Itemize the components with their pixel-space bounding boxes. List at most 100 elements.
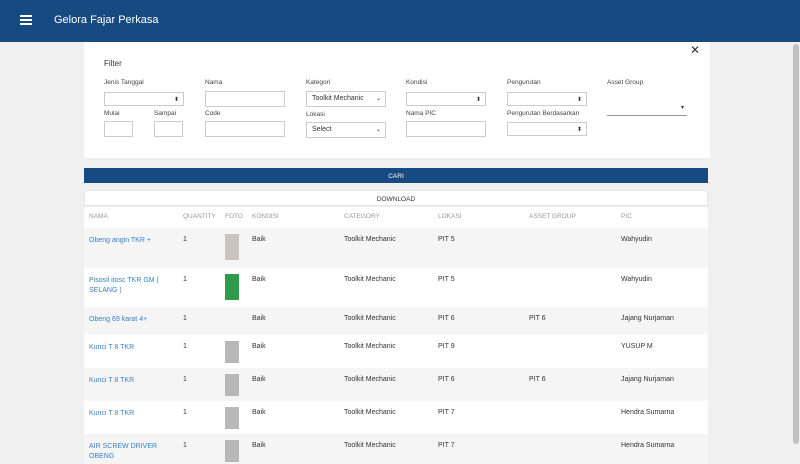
header-quantity[interactable]: QUANTITY xyxy=(183,213,216,220)
kategori-select[interactable]: Toolkit Mechanic ⌄ xyxy=(306,91,386,107)
asset-photo[interactable] xyxy=(225,374,239,396)
chevron-down-icon: ⬍ xyxy=(576,127,582,133)
nama-pic-label: Nama PIC xyxy=(406,110,436,117)
cell-nama[interactable]: Kunci T 8 TKR xyxy=(89,409,169,419)
cell-asset-group: PIT 6 xyxy=(529,315,546,322)
cell-quantity: 1 xyxy=(183,236,187,243)
cell-kondisi: Baik xyxy=(252,315,266,322)
chevron-down-icon: ⬍ xyxy=(173,97,179,103)
cell-category: Toolkit Mechanic xyxy=(344,236,396,243)
asset-photo[interactable] xyxy=(225,274,239,300)
cell-lokasi: PIT 9 xyxy=(438,343,455,350)
cell-nama[interactable]: Obeng 69 karat 4+ xyxy=(89,315,169,325)
cell-kondisi: Baik xyxy=(252,343,266,350)
asset-group-select[interactable]: ▾ xyxy=(607,103,687,116)
mulai-date-input[interactable] xyxy=(104,121,133,137)
download-button[interactable]: DOWNLOAD xyxy=(84,190,708,206)
table-row[interactable]: Kunci T 8 TKR 1 Baik Toolkit Mechanic PIT 6 P… xyxy=(84,368,708,401)
close-icon[interactable]: ✕ xyxy=(690,43,700,57)
cell-pic: Jajang Nurjaman xyxy=(621,376,674,383)
chevron-down-icon: ⌄ xyxy=(375,96,381,102)
kategori-label: Kategori xyxy=(306,79,331,86)
cell-asset-group: PIT 6 xyxy=(529,376,546,383)
cell-pic: Wahyudin xyxy=(621,236,652,243)
cell-kondisi: Baik xyxy=(252,442,266,449)
scrollbar-thumb[interactable] xyxy=(793,44,799,444)
cell-quantity: 1 xyxy=(183,409,187,416)
table-row[interactable]: Kunci T 8 TKR 1 Baik Toolkit Mechanic PIT 7 H… xyxy=(84,401,708,434)
asset-photo[interactable] xyxy=(225,341,239,363)
cell-quantity: 1 xyxy=(183,315,187,322)
cari-button[interactable]: CARI xyxy=(84,168,708,183)
cell-lokasi: PIT 6 xyxy=(438,315,455,322)
asset-table: NAMA QUANTITY FOTO KONDISI CATEGORY LOKA… xyxy=(84,207,708,464)
asset-photo[interactable] xyxy=(225,234,239,260)
table-row[interactable]: AIR SCREW DRIVER OBENG 1 Baik Toolkit Mecha… xyxy=(84,434,708,464)
header-kondisi[interactable]: KONDISI xyxy=(252,213,279,220)
top-app-bar: Gelora Fajar Perkasa xyxy=(0,0,800,42)
sampai-date-input[interactable] xyxy=(154,121,183,137)
cell-kondisi: Baik xyxy=(252,236,266,243)
code-label: Code xyxy=(205,110,221,117)
table-row[interactable]: Obeng 69 karat 4+ 1 Baik Toolkit Mechanic PI… xyxy=(84,307,708,335)
cell-lokasi: PIT 7 xyxy=(438,442,455,449)
mulai-label: Mulai xyxy=(104,110,120,117)
cell-nama[interactable]: Pisosil itosc TKR GM ( SELANG ) xyxy=(89,276,169,296)
cell-kondisi: Baik xyxy=(252,276,266,283)
nama-input[interactable] xyxy=(205,91,285,107)
cell-pic: YUSUP M xyxy=(621,343,653,350)
table-row[interactable]: Kunci T 8 TKR 1 Baik Toolkit Mechanic PIT 9 Y… xyxy=(84,335,708,368)
app-title: Gelora Fajar Perkasa xyxy=(54,14,159,26)
chevron-down-icon: ⌄ xyxy=(375,127,381,133)
cell-pic: Wahyudin xyxy=(621,276,652,283)
asset-photo[interactable] xyxy=(225,407,239,429)
cell-lokasi: PIT 5 xyxy=(438,236,455,243)
kondisi-select[interactable]: ⬍ xyxy=(406,92,486,106)
cell-nama[interactable]: AIR SCREW DRIVER OBENG xyxy=(89,442,169,462)
kondisi-label: Kondisi xyxy=(406,79,428,86)
cell-nama[interactable]: Obeng angin TKR + xyxy=(89,236,169,246)
lokasi-value: Select xyxy=(312,126,332,133)
cell-quantity: 1 xyxy=(183,442,187,449)
header-lokasi[interactable]: LOKASI xyxy=(438,213,461,220)
header-asset-group[interactable]: ASSET GROUP xyxy=(529,213,576,220)
pengurutan-berdasarkan-select[interactable]: ⬍ xyxy=(507,122,587,136)
lokasi-label: Lokasi xyxy=(306,111,325,118)
filter-title: Filter xyxy=(104,59,122,68)
cell-category: Toolkit Mechanic xyxy=(344,276,396,283)
jenis-tanggal-label: Jenis Tanggal xyxy=(104,79,144,86)
header-pic[interactable]: PIC xyxy=(621,213,632,220)
table-row[interactable]: Obeng angin TKR + 1 Baik Toolkit Mechanic PI… xyxy=(84,228,708,268)
header-category[interactable]: CATEGORY xyxy=(344,213,380,220)
cell-lokasi: PIT 7 xyxy=(438,409,455,416)
table-row[interactable]: Pisosil itosc TKR GM ( SELANG ) 1 Baik Tool… xyxy=(84,268,708,307)
cell-kondisi: Baik xyxy=(252,409,266,416)
cell-lokasi: PIT 5 xyxy=(438,276,455,283)
asset-photo[interactable] xyxy=(225,440,239,462)
menu-icon[interactable] xyxy=(20,15,32,25)
header-nama[interactable]: NAMA xyxy=(89,213,108,220)
pengurutan-select[interactable]: ⬍ xyxy=(507,92,587,106)
caret-down-icon: ▾ xyxy=(680,105,684,111)
cell-nama[interactable]: Kunci T 8 TKR xyxy=(89,376,169,386)
code-input[interactable] xyxy=(205,121,285,137)
chevron-down-icon: ⬍ xyxy=(475,97,481,103)
cell-category: Toolkit Mechanic xyxy=(344,409,396,416)
cell-lokasi: PIT 6 xyxy=(438,376,455,383)
chevron-down-icon: ⬍ xyxy=(576,97,582,103)
pengurutan-berdasarkan-label: Pengurutan Berdasarkan xyxy=(507,110,580,117)
lokasi-select[interactable]: Select ⌄ xyxy=(306,122,386,138)
cell-pic: Jajang Nurjaman xyxy=(621,315,674,322)
cell-nama[interactable]: Kunci T 8 TKR xyxy=(89,343,169,353)
cell-quantity: 1 xyxy=(183,343,187,350)
nama-pic-input[interactable] xyxy=(406,121,486,137)
header-foto[interactable]: FOTO xyxy=(225,213,243,220)
pengurutan-label: Pengurutan xyxy=(507,79,541,86)
cell-quantity: 1 xyxy=(183,276,187,283)
cell-category: Toolkit Mechanic xyxy=(344,343,396,350)
asset-group-label: Asset Group xyxy=(607,79,644,86)
cell-pic: Hendra Sumarna xyxy=(621,409,675,416)
jenis-tanggal-select[interactable]: ⬍ xyxy=(104,92,184,106)
cell-quantity: 1 xyxy=(183,376,187,383)
sampai-label: Sampai xyxy=(154,110,177,117)
